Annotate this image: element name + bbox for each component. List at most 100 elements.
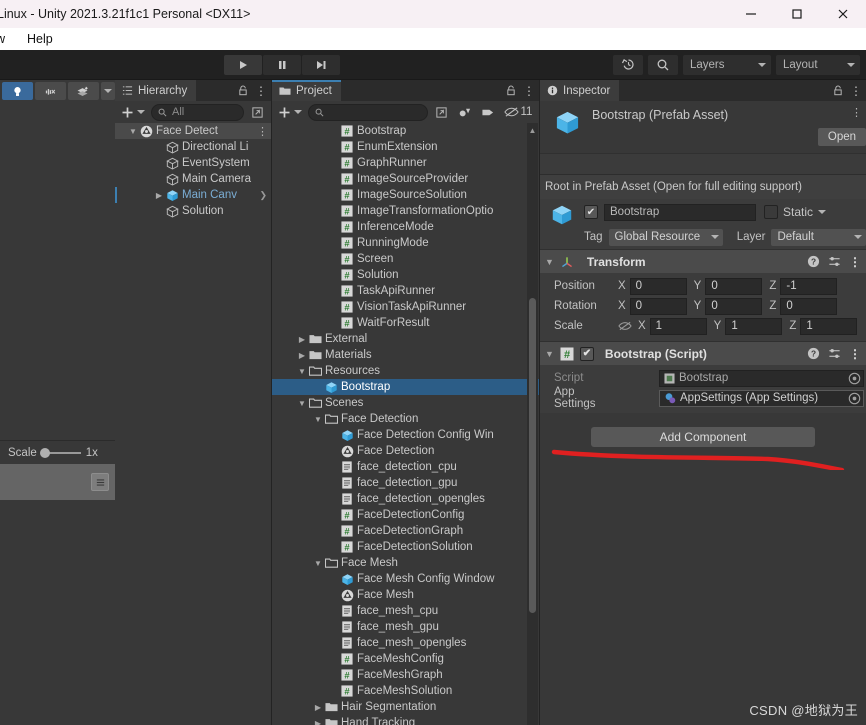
hierarchy-item-directional-li[interactable]: Directional Li xyxy=(115,139,271,155)
foldout-arrow-icon[interactable]: ▶ xyxy=(153,191,165,200)
kebab-menu-icon[interactable]: ⋮ xyxy=(257,125,268,138)
undo-history-icon[interactable] xyxy=(613,54,643,75)
position-x-input[interactable]: 0 xyxy=(629,277,687,295)
create-asset-button[interactable] xyxy=(276,106,304,119)
project-asset-list[interactable]: # Bootstrap # EnumExtension # GraphRunner # Ima… xyxy=(272,123,539,725)
foldout-arrow-icon[interactable]: ▼ xyxy=(127,127,139,136)
foldout-arrow-icon[interactable]: ▼ xyxy=(296,367,308,376)
close-icon[interactable] xyxy=(820,0,866,28)
kebab-menu-icon[interactable]: ⋮ xyxy=(850,84,862,98)
scale-slider-knob[interactable] xyxy=(39,447,50,458)
foldout-arrow-icon[interactable]: ▶ xyxy=(296,351,308,360)
play-button[interactable] xyxy=(224,54,262,75)
layout-dropdown[interactable]: Layout xyxy=(776,54,860,75)
tab-project[interactable]: Project xyxy=(272,80,341,101)
add-component-button[interactable]: Add Component xyxy=(591,427,815,447)
foldout-arrow-icon[interactable]: ▼ xyxy=(545,349,554,359)
effects-dropdown-icon[interactable] xyxy=(100,82,115,100)
project-item-facedetectiongraph[interactable]: # FaceDetectionGraph xyxy=(272,523,539,539)
project-item-solution[interactable]: # Solution xyxy=(272,267,539,283)
project-item-face-detection-cpu[interactable]: face_detection_cpu xyxy=(272,459,539,475)
scene-viewport[interactable] xyxy=(0,102,115,379)
foldout-arrow-icon[interactable]: ▼ xyxy=(312,415,324,424)
project-item-face-detection[interactable]: ▼ Face Detection xyxy=(272,411,539,427)
menu-item-help[interactable]: Help xyxy=(16,28,64,50)
project-item-face-detection-config-win[interactable]: Face Detection Config Win xyxy=(272,427,539,443)
game-view-scale-control[interactable]: Scale 1x xyxy=(0,440,115,464)
foldout-arrow-icon[interactable]: ▶ xyxy=(296,335,308,344)
filter-by-label-icon[interactable] xyxy=(478,104,497,121)
tab-inspector[interactable]: Inspector xyxy=(540,80,620,101)
hamburger-icon[interactable] xyxy=(91,473,109,491)
project-item-hair-segmentation[interactable]: ▶ Hair Segmentation xyxy=(272,699,539,715)
step-button[interactable] xyxy=(302,54,340,75)
project-item-graphrunner[interactable]: # GraphRunner xyxy=(272,155,539,171)
menu-item-window[interactable]: w xyxy=(0,28,16,50)
hierarchy-item-solution[interactable]: Solution xyxy=(115,203,271,219)
project-item-face-mesh-config-window[interactable]: Face Mesh Config Window xyxy=(272,571,539,587)
foldout-arrow-icon[interactable]: ▼ xyxy=(296,399,308,408)
hierarchy-tree[interactable]: ▼ Face Detect ⋮ Directional Li EventSystem Ma… xyxy=(115,123,271,219)
scale-slider[interactable] xyxy=(39,447,81,458)
foldout-arrow-icon[interactable]: ▶ xyxy=(312,719,324,725)
hierarchy-item-main-camera[interactable]: Main Camera xyxy=(115,171,271,187)
hierarchy-item-face-detect[interactable]: ▼ Face Detect ⋮ xyxy=(115,123,271,139)
rotation-z-input[interactable]: 0 xyxy=(780,297,838,315)
help-icon[interactable]: ? xyxy=(807,255,820,268)
lock-icon[interactable] xyxy=(833,85,843,96)
lock-icon[interactable] xyxy=(238,85,248,96)
preset-icon[interactable] xyxy=(828,255,841,268)
search-icon[interactable] xyxy=(648,54,678,75)
project-item-inferencemode[interactable]: # InferenceMode xyxy=(272,219,539,235)
maximize-icon[interactable] xyxy=(774,0,820,28)
help-icon[interactable]: ? xyxy=(807,347,820,360)
script-picker-icon[interactable] xyxy=(848,372,861,385)
project-item-facedetectionconfig[interactable]: # FaceDetectionConfig xyxy=(272,507,539,523)
gameobject-name-input[interactable]: Bootstrap xyxy=(604,203,756,221)
project-item-face-mesh-opengles[interactable]: face_mesh_opengles xyxy=(272,635,539,651)
preset-icon[interactable] xyxy=(828,347,841,360)
kebab-menu-icon[interactable]: ⋮ xyxy=(255,84,267,98)
tab-hierarchy[interactable]: Hierarchy xyxy=(115,80,197,101)
project-item-facemeshconfig[interactable]: # FaceMeshConfig xyxy=(272,651,539,667)
kebab-menu-icon[interactable]: ⋮ xyxy=(849,255,861,269)
project-item-taskapirunner[interactable]: # TaskApiRunner xyxy=(272,283,539,299)
project-item-resources[interactable]: ▼ Resources xyxy=(272,363,539,379)
project-item-bootstrap[interactable]: # Bootstrap xyxy=(272,123,539,139)
rotation-y-input[interactable]: 0 xyxy=(705,297,763,315)
static-checkbox[interactable] xyxy=(764,205,778,219)
project-item-face-detection-opengles[interactable]: face_detection_opengles xyxy=(272,491,539,507)
position-y-input[interactable]: 0 xyxy=(705,277,763,295)
hierarchy-item-eventsystem[interactable]: EventSystem xyxy=(115,155,271,171)
hidden-packages-toggle[interactable]: 11 xyxy=(501,104,535,121)
chevron-right-icon[interactable]: ❯ xyxy=(259,190,267,201)
lighting-icon[interactable] xyxy=(2,82,33,100)
scale-x-input[interactable]: 1 xyxy=(649,317,707,335)
tag-dropdown[interactable]: Global Resource xyxy=(608,228,723,246)
bootstrap-script-component-header[interactable]: ▼ # ✔ Bootstrap (Script) ? ⋮ xyxy=(540,341,866,365)
chevron-down-icon[interactable] xyxy=(818,210,827,214)
layers-dropdown[interactable]: Layers xyxy=(683,54,771,75)
hierarchy-search-expand-icon[interactable] xyxy=(248,104,267,121)
filter-by-type-icon[interactable] xyxy=(455,104,474,121)
project-item-hand-tracking[interactable]: ▶ Hand Tracking xyxy=(272,715,539,725)
foldout-arrow-icon[interactable]: ▼ xyxy=(545,257,554,267)
minimize-icon[interactable] xyxy=(728,0,774,28)
audio-mute-icon[interactable] xyxy=(34,82,66,100)
project-item-imagesourceprovider[interactable]: # ImageSourceProvider xyxy=(272,171,539,187)
project-item-visiontaskapirunner[interactable]: # VisionTaskApiRunner xyxy=(272,299,539,315)
project-scrollbar-thumb[interactable] xyxy=(529,298,536,613)
lock-icon[interactable] xyxy=(506,85,516,96)
project-item-external[interactable]: ▶ External xyxy=(272,331,539,347)
create-object-button[interactable] xyxy=(119,106,147,119)
app-settings-picker-icon[interactable] xyxy=(848,392,861,405)
project-item-face-mesh[interactable]: Face Mesh xyxy=(272,587,539,603)
app-settings-object-field[interactable]: AppSettings (App Settings) xyxy=(659,389,864,407)
transform-component-header[interactable]: ▼ Transform ? ⋮ xyxy=(540,249,866,273)
pause-button[interactable] xyxy=(263,54,301,75)
hierarchy-search-input[interactable]: All xyxy=(151,103,244,121)
project-item-bootstrap[interactable]: Bootstrap xyxy=(272,379,539,395)
kebab-menu-icon[interactable]: ⋮ xyxy=(849,347,861,361)
hierarchy-item-main-canv[interactable]: ▶ Main Canv ❯ xyxy=(115,187,271,203)
project-item-imagesourcesolution[interactable]: # ImageSourceSolution xyxy=(272,187,539,203)
